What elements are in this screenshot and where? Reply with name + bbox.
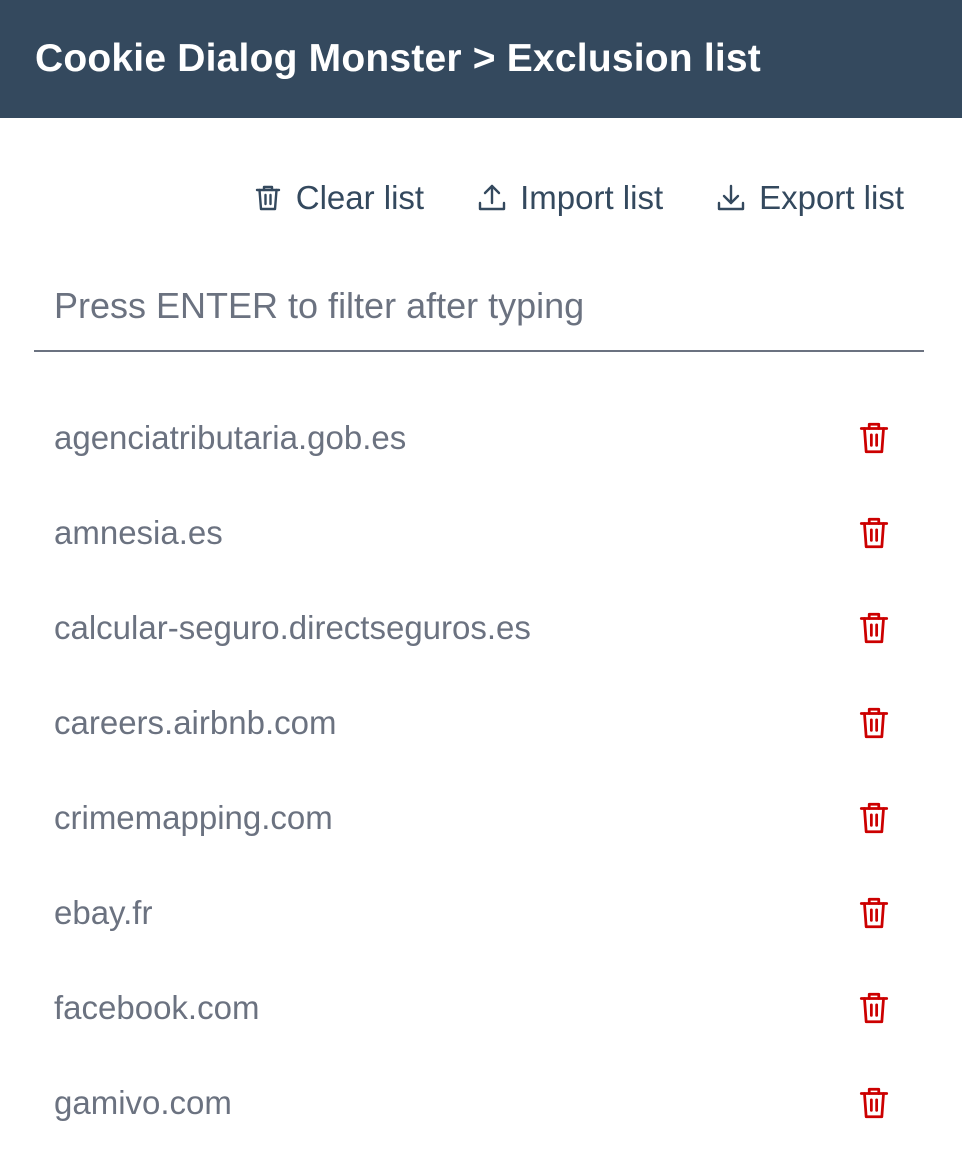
domain-name: calcular-seguro.directseguros.es bbox=[54, 608, 531, 646]
clear-list-button[interactable]: Clear list bbox=[252, 179, 424, 217]
clear-list-label: Clear list bbox=[295, 179, 425, 216]
trash-icon bbox=[857, 705, 891, 741]
list-item: agenciatributaria.gob.es bbox=[34, 390, 924, 485]
list-item: amnesia.es bbox=[34, 485, 924, 580]
import-list-label: Import list bbox=[520, 179, 664, 216]
delete-button[interactable] bbox=[856, 705, 892, 741]
delete-button[interactable] bbox=[856, 515, 892, 551]
delete-button[interactable] bbox=[856, 990, 892, 1026]
filter-field bbox=[34, 262, 924, 352]
domain-name: amnesia.es bbox=[54, 513, 223, 551]
delete-button[interactable] bbox=[856, 610, 892, 646]
delete-button[interactable] bbox=[856, 800, 892, 836]
trash-icon bbox=[857, 610, 891, 646]
import-list-button[interactable]: Import list bbox=[476, 179, 663, 217]
list-item: facebook.com bbox=[34, 960, 924, 1055]
list-item: gamivo.com bbox=[34, 1055, 924, 1150]
toolbar: Clear list Import list Export list bbox=[252, 170, 904, 226]
domain-name: agenciatributaria.gob.es bbox=[54, 418, 407, 456]
trash-icon bbox=[857, 895, 891, 931]
exclusion-list: agenciatributaria.gob.es amnesia.es calc… bbox=[34, 390, 924, 1150]
trash-icon bbox=[857, 515, 891, 551]
filter-input[interactable] bbox=[34, 262, 924, 350]
delete-button[interactable] bbox=[856, 420, 892, 456]
domain-name: ebay.fr bbox=[54, 893, 153, 931]
list-item: crimemapping.com bbox=[34, 770, 924, 865]
domain-name: careers.airbnb.com bbox=[54, 703, 337, 741]
delete-button[interactable] bbox=[856, 895, 892, 931]
page-title: Cookie Dialog Monster > Exclusion list bbox=[35, 37, 761, 80]
list-item: ebay.fr bbox=[34, 865, 924, 960]
trash-icon bbox=[857, 1085, 891, 1121]
list-item: calcular-seguro.directseguros.es bbox=[34, 580, 924, 675]
domain-name: facebook.com bbox=[54, 988, 260, 1026]
list-item: careers.airbnb.com bbox=[34, 675, 924, 770]
domain-name: crimemapping.com bbox=[54, 798, 333, 836]
trash-icon bbox=[252, 182, 284, 214]
app-header: Cookie Dialog Monster > Exclusion list bbox=[0, 0, 962, 118]
trash-icon bbox=[857, 990, 891, 1026]
export-list-button[interactable]: Export list bbox=[715, 179, 904, 217]
upload-icon bbox=[476, 182, 508, 214]
delete-button[interactable] bbox=[856, 1085, 892, 1121]
export-list-label: Export list bbox=[759, 179, 904, 216]
trash-icon bbox=[857, 420, 891, 456]
domain-name: gamivo.com bbox=[54, 1083, 232, 1121]
download-icon bbox=[715, 182, 747, 214]
trash-icon bbox=[857, 800, 891, 836]
